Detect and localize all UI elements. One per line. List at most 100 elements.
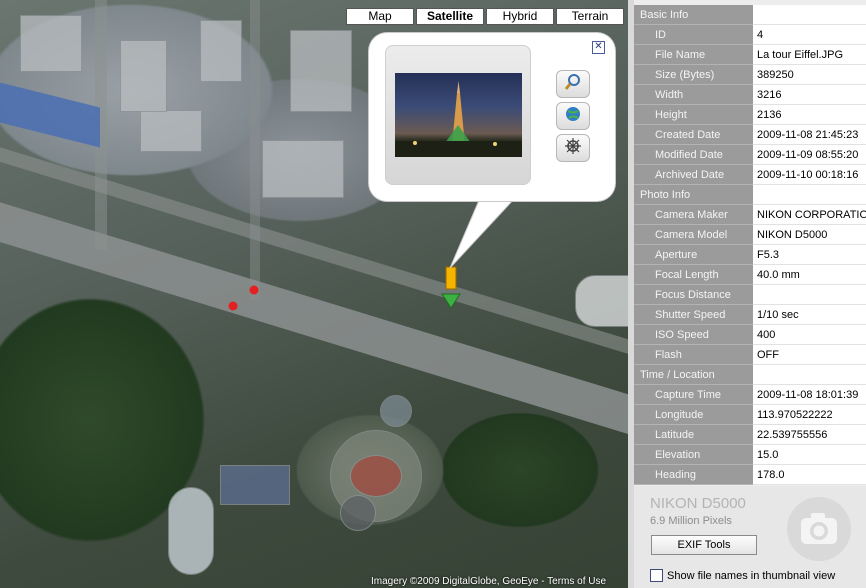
property-row[interactable]: Camera Model NIKON D5000 [634,225,866,245]
property-value[interactable]: 2009-11-09 08:55:20 [753,145,866,165]
property-value[interactable]: NIKON D5000 [753,225,866,245]
property-row[interactable]: Focus Distance [634,285,866,305]
property-name: Height [634,105,753,125]
property-value[interactable]: 1/10 sec [753,305,866,325]
map-type-satellite-button[interactable]: Satellite [416,8,484,25]
property-value[interactable]: 178.0 [753,465,866,485]
map-building [200,20,242,82]
property-value [753,365,866,385]
globe-icon [564,105,582,128]
map-type-hybrid-button[interactable]: Hybrid [486,8,554,25]
property-value [753,5,866,25]
property-value[interactable]: 15.0 [753,445,866,465]
property-row[interactable]: ISO Speed 400 [634,325,866,345]
property-name: File Name [634,45,753,65]
map-building [220,465,290,505]
map-building [262,140,344,198]
globe-button[interactable] [556,102,590,130]
property-value[interactable] [753,285,866,305]
property-value[interactable]: 4 [753,25,866,45]
property-value[interactable]: F5.3 [753,245,866,265]
show-file-names-label: Show file names in thumbnail view [667,569,836,582]
camera-icon [784,494,854,564]
map-building [575,275,628,327]
map-road [250,0,260,300]
exif-tools-button[interactable]: EXIF Tools [651,535,757,555]
property-name: Size (Bytes) [634,65,753,85]
property-name: Shutter Speed [634,305,753,325]
property-row[interactable]: Height 2136 [634,105,866,125]
property-row[interactable]: Created Date 2009-11-08 21:45:23 [634,125,866,145]
show-file-names-checkbox[interactable] [650,569,663,582]
property-value[interactable]: 3216 [753,85,866,105]
property-row[interactable]: Latitude 22.539755556 [634,425,866,445]
map-type-map-button[interactable]: Map [346,8,414,25]
map-building [140,110,202,152]
map-type-selector: Map Satellite Hybrid Terrain [346,8,624,25]
property-row[interactable]: Shutter Speed 1/10 sec [634,305,866,325]
property-value[interactable]: 113.970522222 [753,405,866,425]
map-building [168,487,214,575]
photo-thumbnail-frame[interactable] [385,45,531,185]
property-value[interactable]: 2009-11-08 18:01:39 [753,385,866,405]
property-row[interactable]: ID 4 [634,25,866,45]
property-name: Aperture [634,245,753,265]
property-value[interactable]: 2009-11-10 00:18:16 [753,165,866,185]
camera-info-box: NIKON D5000 6.9 Million Pixels EXIF Tool… [634,486,866,588]
property-row[interactable]: Longitude 113.970522222 [634,405,866,425]
map-building [120,40,167,112]
property-row[interactable]: Camera Maker NIKON CORPORATION [634,205,866,225]
property-name: Archived Date [634,165,753,185]
map-building [290,30,352,112]
map-pin-dots[interactable] [225,282,265,312]
property-row[interactable]: Flash OFF [634,345,866,365]
property-value[interactable]: 40.0 mm [753,265,866,285]
property-row[interactable]: Modified Date 2009-11-09 08:55:20 [634,145,866,165]
property-value[interactable]: 389250 [753,65,866,85]
property-value[interactable]: NIKON CORPORATION [753,205,866,225]
property-name: Camera Maker [634,205,753,225]
map-attribution: Imagery ©2009 DigitalGlobe, GeoEye - Ter… [371,576,607,587]
property-value[interactable]: OFF [753,345,866,365]
satellite-map[interactable]: ✕ Map Satellite Hybrid Terrain Imagery ©… [0,0,628,588]
property-name: Created Date [634,125,753,145]
property-name: ID [634,25,753,45]
property-row[interactable]: Width 3216 [634,85,866,105]
map-type-terrain-button[interactable]: Terrain [556,8,624,25]
map-building [0,82,100,148]
photo-thumbnail[interactable] [395,73,522,157]
property-row[interactable]: Heading 178.0 [634,465,866,485]
map-building [350,455,402,497]
property-row[interactable]: Size (Bytes) 389250 [634,65,866,85]
property-value[interactable]: 400 [753,325,866,345]
property-value[interactable]: 2009-11-08 21:45:23 [753,125,866,145]
property-category-row[interactable]: Time / Location [634,365,866,385]
property-category-row[interactable]: Photo Info [634,185,866,205]
map-building [380,395,412,427]
show-file-names-option[interactable]: Show file names in thumbnail view [650,569,835,582]
photo-marker-icon[interactable] [439,264,465,312]
property-category-label: Photo Info [634,185,753,205]
zoom-button[interactable] [556,70,590,98]
property-row[interactable]: Focal Length 40.0 mm [634,265,866,285]
property-row[interactable]: Capture Time 2009-11-08 18:01:39 [634,385,866,405]
property-name: Modified Date [634,145,753,165]
map-building [340,495,376,531]
property-value[interactable]: 22.539755556 [753,425,866,445]
navigate-button[interactable] [556,134,590,162]
property-value[interactable]: 2136 [753,105,866,125]
property-row[interactable]: Aperture F5.3 [634,245,866,265]
magnifier-icon [564,73,582,96]
property-row[interactable]: File Name La tour Eiffel.JPG [634,45,866,65]
camera-pixels-label: 6.9 Million Pixels [650,515,732,527]
property-name: Heading [634,465,753,485]
property-name: Focal Length [634,265,753,285]
property-row[interactable]: Elevation 15.0 [634,445,866,465]
property-name: Focus Distance [634,285,753,305]
property-value[interactable]: La tour Eiffel.JPG [753,45,866,65]
close-icon[interactable]: ✕ [592,41,605,54]
property-category-row[interactable]: Basic Info [634,5,866,25]
property-category-label: Time / Location [634,365,753,385]
property-name: Camera Model [634,225,753,245]
property-row[interactable]: Archived Date 2009-11-10 00:18:16 [634,165,866,185]
